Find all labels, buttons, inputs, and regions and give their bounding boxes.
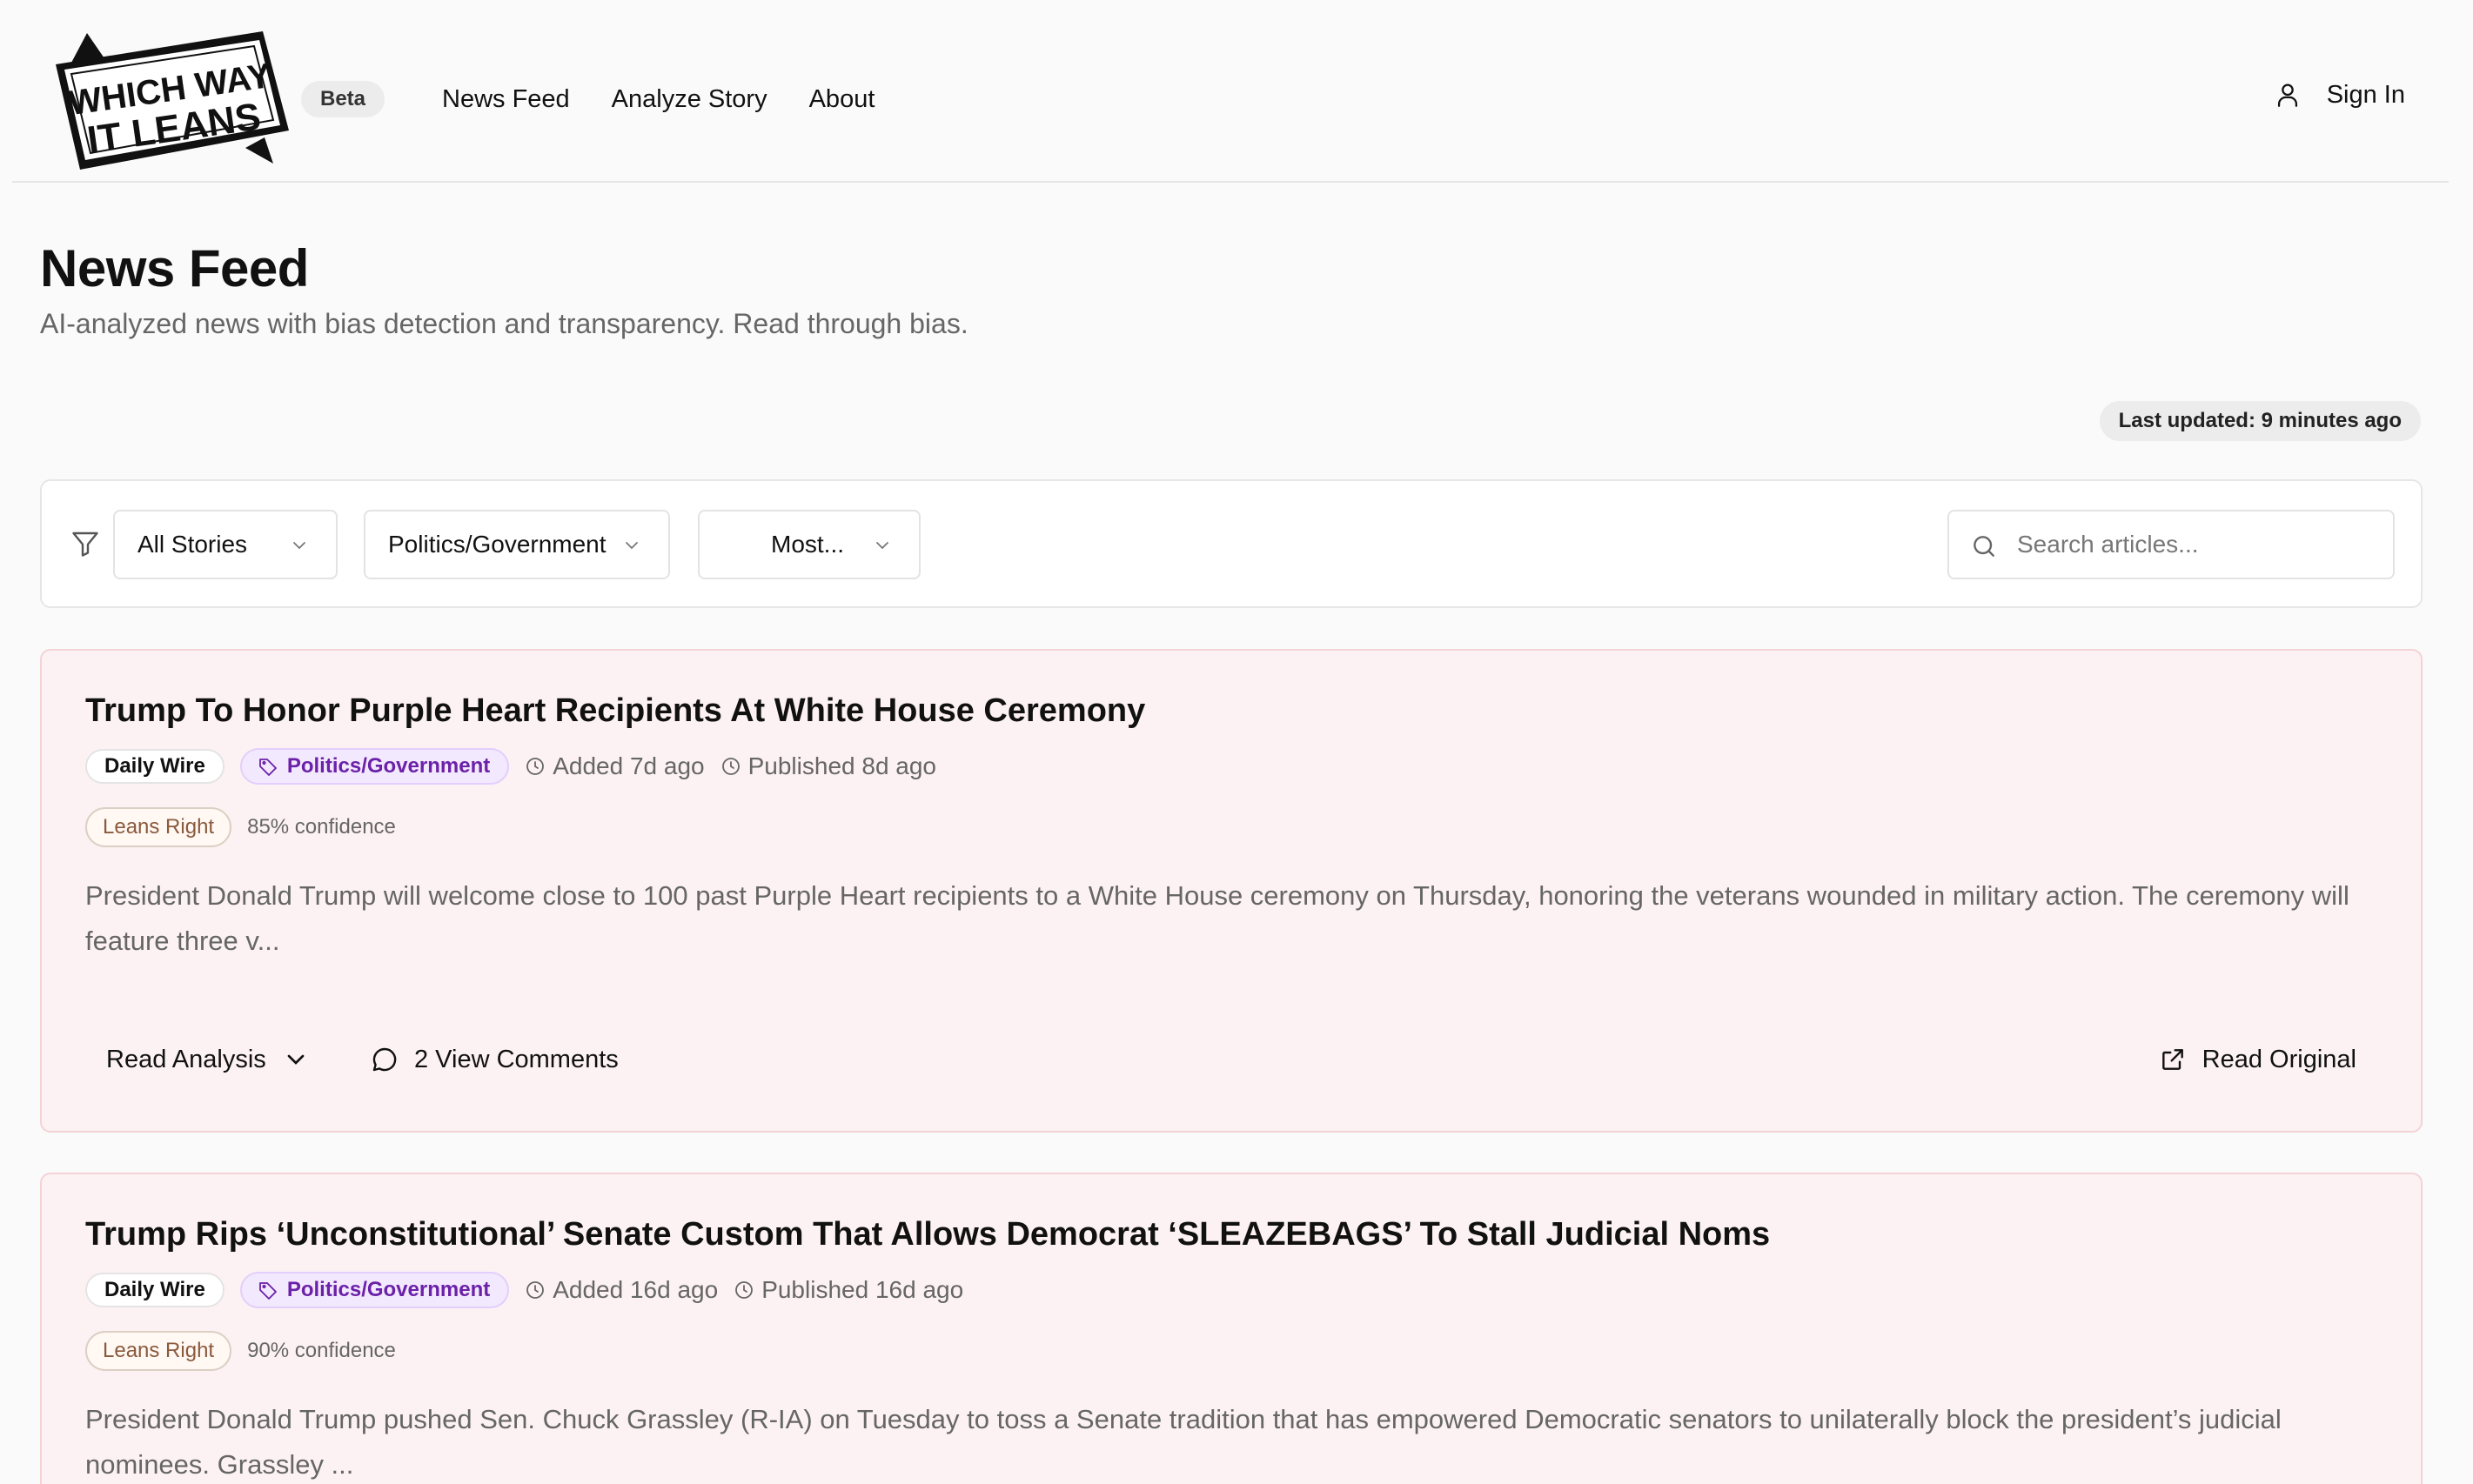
nav-analyze-story[interactable]: Analyze Story (612, 83, 767, 116)
published-time: Published 16d ago (734, 1276, 963, 1304)
article-card: Trump Rips ‘Unconstitutional’ Senate Cus… (40, 1173, 2423, 1484)
story-filter-value: All Stories (137, 531, 248, 558)
article-summary: President Donald Trump will welcome clos… (85, 880, 2349, 956)
filter-bar: All Stories Politics/Government Most... (40, 479, 2423, 608)
read-analysis-button[interactable]: Read Analysis (106, 1025, 310, 1094)
bias-badge: Leans Right (85, 1331, 232, 1371)
filter-icon (72, 531, 98, 557)
category-label: Politics/Government (286, 754, 491, 778)
chevron-down-icon (287, 1054, 305, 1065)
external-link-icon (2161, 1049, 2183, 1070)
article-meta: Daily Wire Politics/Government Added 7d … (85, 748, 936, 785)
added-time: Added 7d ago (525, 752, 705, 780)
site-logo[interactable]: WHICH WAY IT LEANS (45, 26, 298, 170)
article-summary: President Donald Trump pushed Sen. Chuck… (85, 1404, 2282, 1480)
clock-icon (735, 1281, 754, 1299)
category-filter-select[interactable]: Politics/Government (364, 510, 670, 579)
confidence-label: 90% confidence (247, 1339, 396, 1362)
published-label: Published 8d ago (747, 752, 937, 779)
comment-icon (372, 1047, 397, 1072)
story-filter-select[interactable]: All Stories (113, 510, 338, 579)
chevron-down-icon (626, 542, 638, 550)
page-subtitle: AI-analyzed news with bias detection and… (40, 308, 968, 339)
category-filter-value: Politics/Government (388, 531, 607, 558)
confidence-label: 85% confidence (247, 815, 396, 839)
sign-in-label: Sign In (2326, 80, 2405, 109)
read-original-label: Read Original (2202, 1045, 2356, 1073)
chevron-down-icon (293, 542, 305, 550)
view-comments-label: 2 View Comments (414, 1045, 619, 1073)
bias-badge: Leans Right (85, 807, 232, 847)
clock-icon (526, 1281, 545, 1299)
source-badge: Daily Wire (85, 1273, 225, 1307)
clock-icon (526, 758, 545, 775)
article-title[interactable]: Trump Rips ‘Unconstitutional’ Senate Cus… (85, 1216, 1770, 1253)
published-label: Published 16d ago (761, 1276, 964, 1303)
added-label: Added 7d ago (553, 752, 705, 779)
tag-icon (258, 1282, 277, 1300)
read-analysis-label: Read Analysis (106, 1045, 266, 1073)
sign-in-button[interactable]: Sign In (2273, 80, 2405, 110)
category-label: Politics/Government (286, 1278, 491, 1301)
top-header: WHICH WAY IT LEANS Beta News Feed Analyz… (12, 0, 2449, 183)
sort-value: Most... (771, 531, 845, 558)
article-title[interactable]: Trump To Honor Purple Heart Recipients A… (85, 692, 1145, 730)
page: WHICH WAY IT LEANS Beta News Feed Analyz… (0, 0, 2473, 1484)
user-icon (2277, 84, 2297, 107)
article-actions: Read Analysis 2 View Comments Read Origi… (42, 1025, 2421, 1094)
search-box (1947, 510, 2395, 579)
category-badge: Politics/Government (239, 748, 510, 785)
bias-row: Leans Right 90% confidence (85, 1331, 396, 1371)
added-label: Added 16d ago (553, 1276, 719, 1303)
clock-icon (721, 758, 740, 775)
beta-badge: Beta (301, 81, 385, 117)
last-updated-badge: Last updated: 9 minutes ago (2099, 401, 2421, 441)
article-card: Trump To Honor Purple Heart Recipients A… (40, 649, 2423, 1133)
added-time: Added 16d ago (525, 1276, 718, 1304)
source-badge: Daily Wire (85, 749, 225, 784)
tag-icon (258, 759, 277, 776)
page-title: News Feed (40, 239, 309, 297)
nav-about[interactable]: About (809, 83, 875, 116)
published-time: Published 8d ago (720, 752, 936, 780)
read-original-link[interactable]: Read Original (2159, 1025, 2356, 1094)
category-badge: Politics/Government (239, 1272, 510, 1308)
search-input[interactable] (2017, 520, 2374, 569)
view-comments-button[interactable]: 2 View Comments (371, 1025, 619, 1094)
main-nav: News Feed Analyze Story About (442, 83, 875, 116)
article-meta: Daily Wire Politics/Government Added 16d… (85, 1272, 963, 1308)
nav-news-feed[interactable]: News Feed (442, 83, 570, 116)
sort-select[interactable]: Most... (698, 510, 921, 579)
chevron-down-icon (876, 542, 888, 550)
bias-row: Leans Right 85% confidence (85, 807, 396, 847)
search-icon (1974, 536, 1994, 557)
